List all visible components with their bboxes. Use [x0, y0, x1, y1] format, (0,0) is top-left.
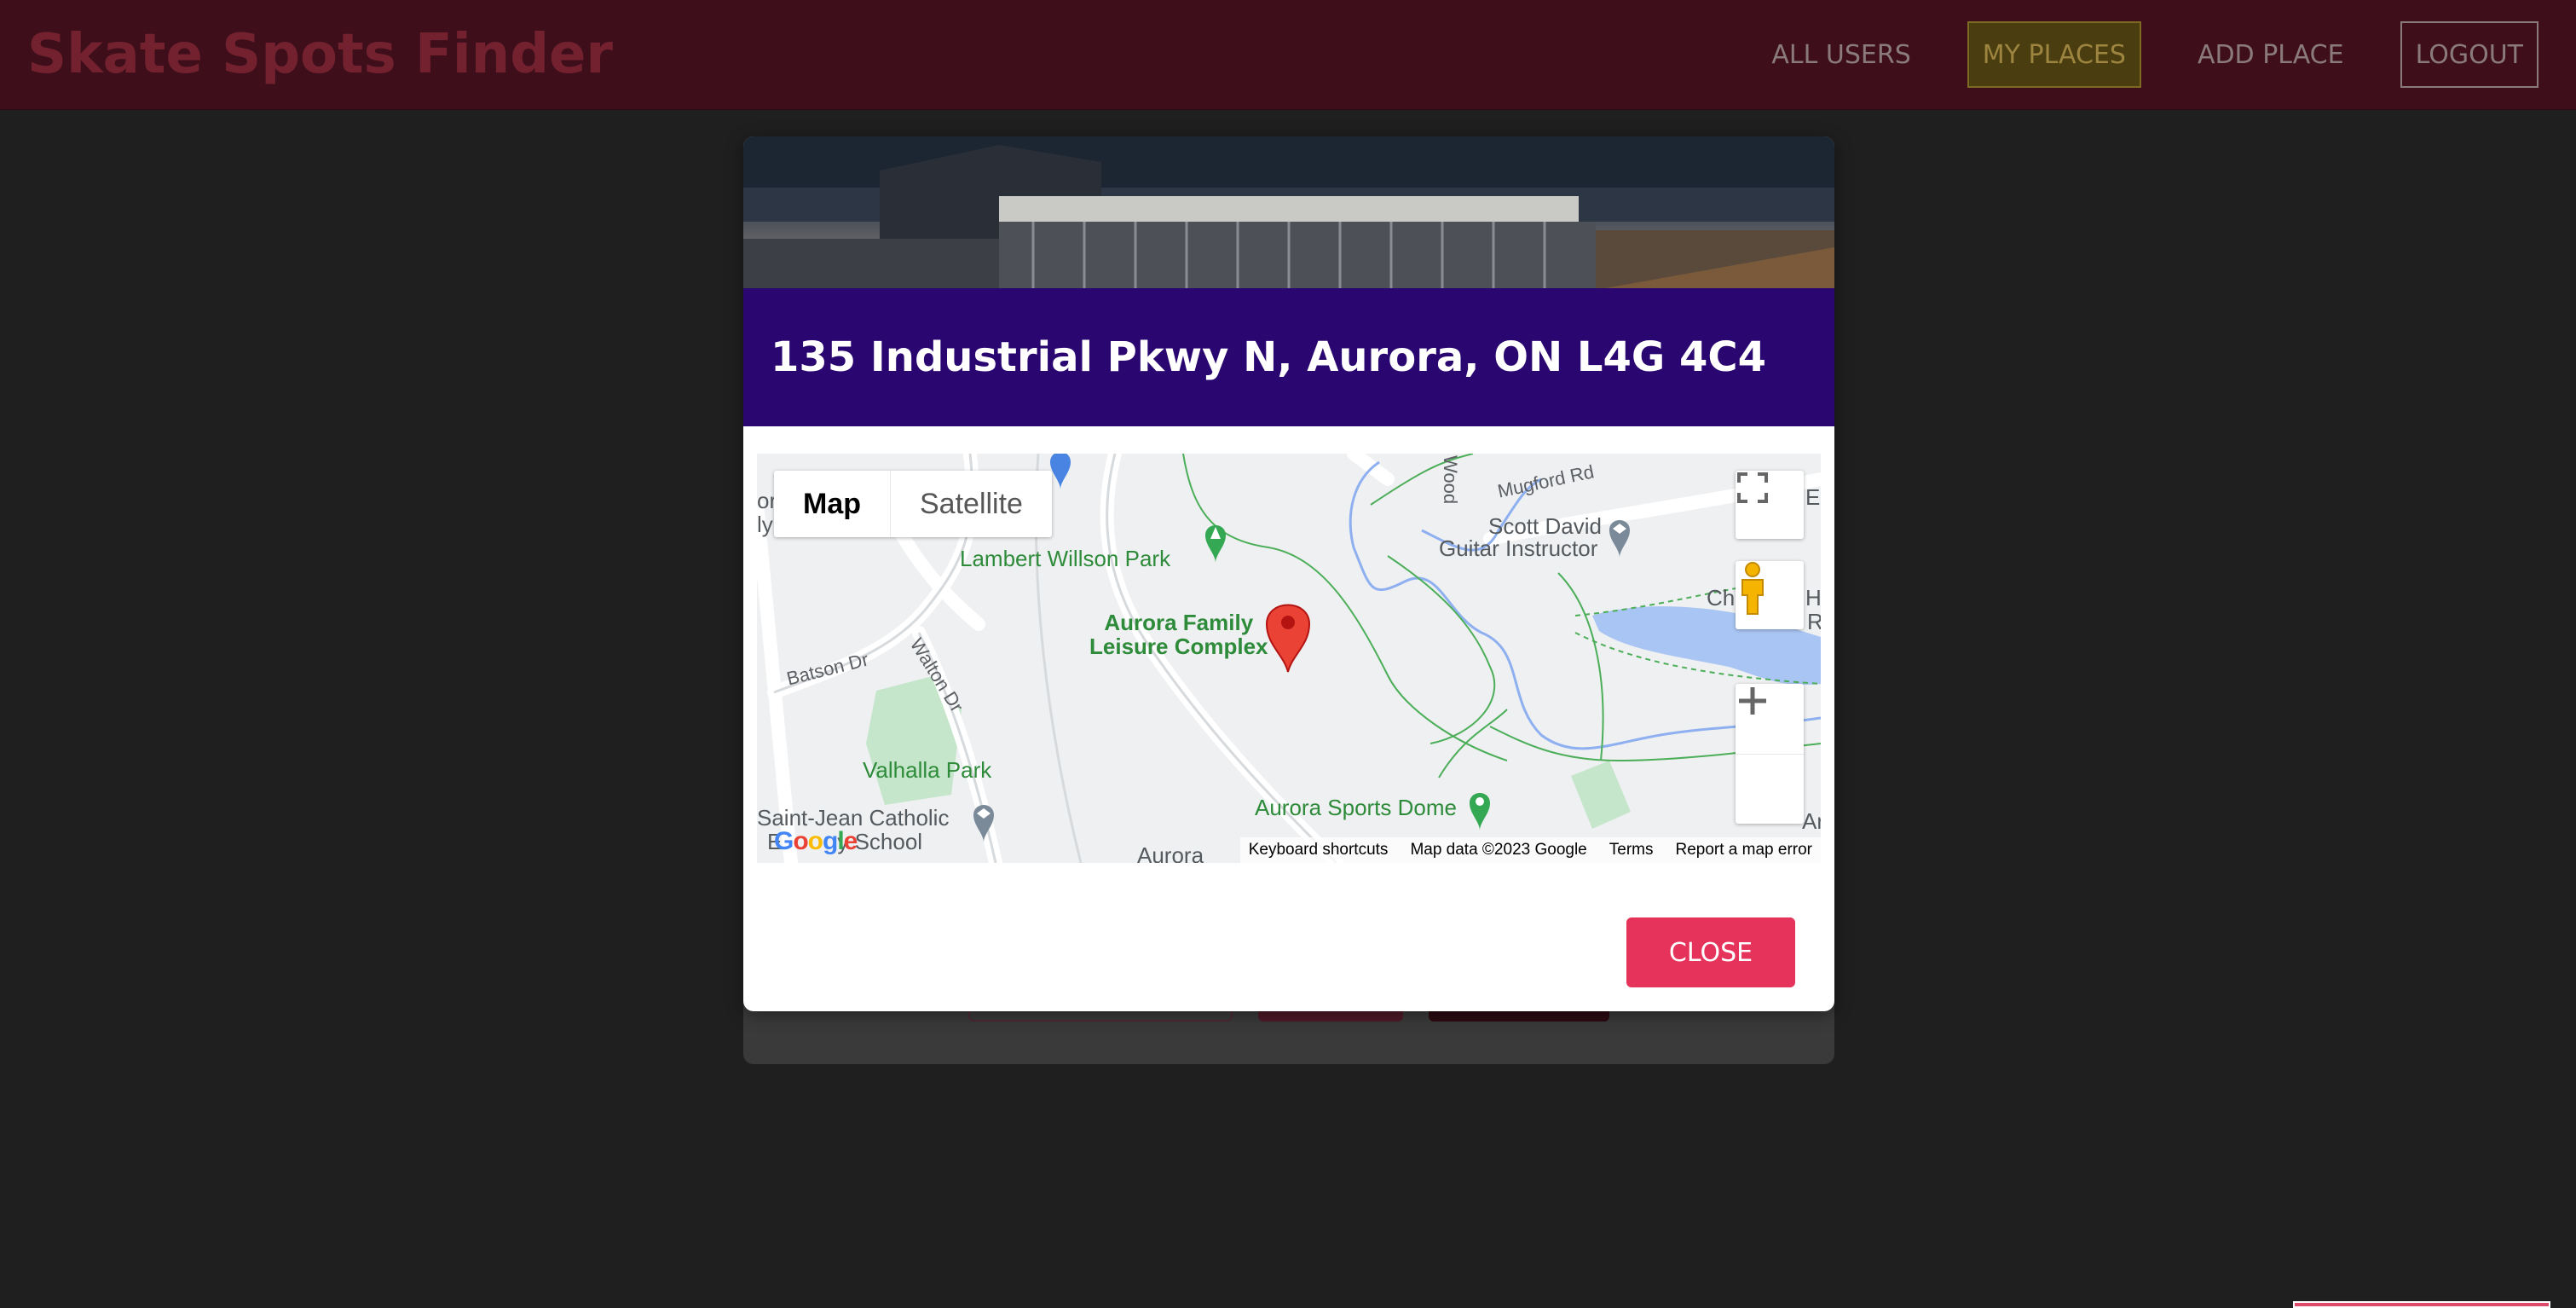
label-aurora-bottom: Aurora: [1137, 842, 1204, 863]
terms-link[interactable]: Terms: [1609, 841, 1654, 859]
nav-logout[interactable]: LOGOUT: [2400, 21, 2538, 88]
label-edge-r: R: [1807, 609, 1821, 634]
minus-icon: [1739, 698, 1766, 703]
map-data-attribution: Map data ©2023 Google: [1410, 841, 1587, 859]
app-header: Skate Spots Finder ALL USERS MY PLACES A…: [0, 0, 2576, 110]
nav-all-users[interactable]: ALL USERS: [1758, 21, 1924, 88]
zoom-out-button[interactable]: [1736, 698, 1804, 824]
label-lambert-willson-park: Lambert Willson Park: [960, 546, 1171, 571]
label-edge-ly: ly: [757, 512, 773, 537]
report-map-error-link[interactable]: Report a map error: [1675, 841, 1812, 859]
main-nav: ALL USERS MY PLACES ADD PLACE LOGOUT: [1758, 21, 2538, 88]
fullscreen-icon: [1737, 472, 1768, 503]
close-button[interactable]: CLOSE: [1626, 917, 1795, 987]
label-edge-ar: Ar: [1802, 808, 1821, 834]
corner-widget[interactable]: [2293, 1301, 2550, 1308]
label-edge-ch: Ch: [1707, 585, 1736, 611]
label-aurora-family-leisure-complex[interactable]: Aurora Family Leisure Complex: [1089, 611, 1268, 658]
place-photo: [743, 136, 1834, 290]
fullscreen-button[interactable]: [1736, 471, 1804, 539]
label-guitar-instructor: Guitar Instructor: [1439, 535, 1598, 561]
park-pin-icon: [1205, 525, 1226, 563]
map-type-map-button[interactable]: Map: [774, 471, 891, 537]
google-map[interactable]: Lambert Willson Park Aurora Family Leisu…: [757, 454, 1821, 863]
street-view-pegman[interactable]: [1736, 561, 1804, 629]
zoom-control: [1736, 684, 1804, 824]
label-line-2: Leisure Complex: [1089, 634, 1268, 659]
pegman-icon: [1741, 562, 1764, 615]
label-wood: Wood: [1440, 455, 1461, 505]
label-valhalla-park: Valhalla Park: [863, 757, 992, 783]
sports-dome-pin-icon: [1470, 793, 1490, 831]
nav-add-place[interactable]: ADD PLACE: [2184, 21, 2358, 88]
shop-pin-icon: [1050, 454, 1071, 489]
label-aurora-sports-dome: Aurora Sports Dome: [1255, 795, 1457, 820]
map-type-control: Map Satellite: [774, 471, 1052, 537]
app-title[interactable]: Skate Spots Finder: [27, 23, 613, 86]
map-type-satellite-button[interactable]: Satellite: [891, 471, 1052, 537]
location-marker-icon: [1265, 604, 1311, 673]
label-edge-h: H: [1805, 585, 1821, 611]
map-modal: 135 Industrial Pkwy N, Aurora, ON L4G 4C…: [743, 136, 1834, 1011]
keyboard-shortcuts-link[interactable]: Keyboard shortcuts: [1249, 841, 1389, 859]
nav-my-places[interactable]: MY PLACES: [1967, 21, 2141, 88]
google-logo[interactable]: Google: [774, 827, 858, 856]
label-line-1: Aurora Family: [1104, 610, 1254, 635]
modal-title: 135 Industrial Pkwy N, Aurora, ON L4G 4C…: [771, 333, 1767, 381]
map-attribution-bar: Keyboard shortcuts Map data ©2023 Google…: [1239, 837, 1821, 863]
label-edge-e: E: [1805, 484, 1821, 510]
school-pin-icon: [1609, 520, 1630, 558]
modal-header: 135 Industrial Pkwy N, Aurora, ON L4G 4C…: [743, 288, 1834, 426]
